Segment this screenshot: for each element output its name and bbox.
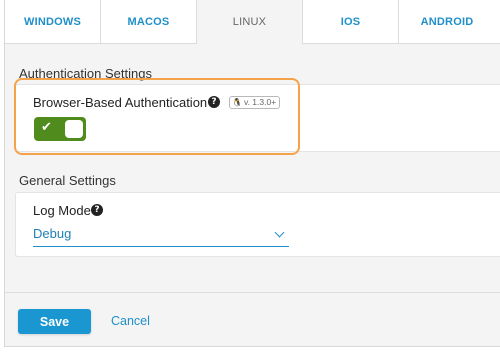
chevron-down-icon (274, 227, 285, 238)
platform-tabs: WINDOWS MACOS LINUX IOS ANDROID (5, 0, 500, 45)
cancel-button[interactable]: Cancel (111, 314, 150, 328)
log-mode-label: Log Mode (33, 203, 91, 218)
tab-windows[interactable]: WINDOWS (5, 0, 101, 44)
settings-panel: WINDOWS MACOS LINUX IOS ANDROID Authenti… (4, 0, 500, 347)
tab-ios[interactable]: IOS (303, 0, 399, 44)
highlight-outline (14, 78, 300, 155)
log-mode-select[interactable]: Debug (33, 222, 289, 247)
save-button[interactable]: Save (18, 309, 91, 334)
log-mode-value: Debug (33, 226, 72, 241)
tab-linux[interactable]: LINUX (197, 0, 303, 45)
tab-macos[interactable]: MACOS (101, 0, 197, 44)
general-settings-title: General Settings (19, 173, 116, 188)
question-circle-icon[interactable]: ? (91, 204, 103, 216)
footer-divider (5, 292, 500, 293)
tab-android[interactable]: ANDROID (399, 0, 495, 44)
